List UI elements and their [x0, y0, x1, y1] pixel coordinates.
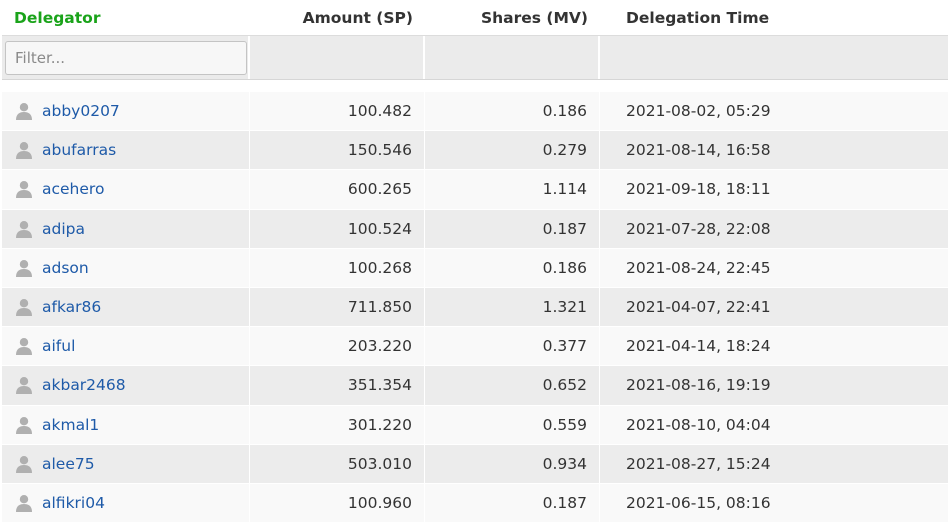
- delegation-time-cell: 2021-08-14, 16:58: [626, 141, 771, 160]
- delegator-cell: alee75: [2, 444, 250, 483]
- filter-cell-amount: [250, 36, 425, 79]
- delegator-link[interactable]: aiful: [42, 337, 75, 355]
- delegator-link[interactable]: akbar2468: [42, 376, 126, 394]
- user-avatar-icon: [15, 180, 33, 199]
- column-header-delegator[interactable]: Delegator: [2, 9, 250, 27]
- table-row: adipa 100.524 0.187 2021-07-28, 22:08: [2, 209, 948, 249]
- delegator-cell: adipa: [2, 209, 250, 248]
- filter-cell-delegator: [2, 36, 250, 79]
- user-avatar-icon: [15, 416, 33, 434]
- table-row: akmal1 301.220 0.559 2021-08-10, 04:04: [2, 405, 948, 445]
- delegation-time-cell: 2021-04-14, 18:24: [626, 337, 771, 356]
- shares-cell: 0.186: [425, 92, 600, 131]
- user-avatar-icon: [15, 259, 33, 277]
- delegator-cell: alfikri04: [2, 483, 250, 523]
- table-row: afkar86 711.850 1.321 2021-04-07, 22:41: [2, 287, 948, 328]
- shares-cell: 1.114: [425, 170, 600, 209]
- shares-cell: 0.279: [425, 131, 600, 170]
- shares-cell: 0.934: [425, 444, 600, 483]
- table-row: abufarras 150.546 0.279 2021-08-14, 16:5…: [2, 131, 948, 171]
- column-header-delegation-time[interactable]: Delegation Time: [600, 9, 948, 27]
- user-avatar-icon: [15, 298, 33, 317]
- table-header: Delegator Amount (SP) Shares (MV) Delega…: [2, 0, 948, 36]
- delegator-cell: adson: [2, 248, 250, 287]
- delegator-link[interactable]: adson: [42, 259, 89, 277]
- delegator-cell: akmal1: [2, 405, 250, 444]
- delegator-link[interactable]: afkar86: [42, 298, 101, 316]
- shares-cell: 0.187: [425, 483, 600, 523]
- user-avatar-icon: [15, 376, 33, 395]
- delegators-table: Delegator Amount (SP) Shares (MV) Delega…: [2, 0, 948, 523]
- delegator-link[interactable]: acehero: [42, 180, 104, 198]
- amount-cell: 711.850: [250, 287, 425, 327]
- user-avatar-icon: [15, 141, 33, 160]
- amount-cell: 100.482: [250, 92, 425, 131]
- delegator-link[interactable]: abby0207: [42, 102, 120, 120]
- delegator-cell: abufarras: [2, 131, 250, 170]
- delegation-time-cell: 2021-08-02, 05:29: [626, 102, 771, 121]
- delegator-filter-input[interactable]: [5, 40, 247, 75]
- user-avatar-icon: [15, 455, 33, 473]
- delegator-link[interactable]: akmal1: [42, 416, 99, 434]
- amount-cell: 203.220: [250, 327, 425, 366]
- delegation-time-cell: 2021-09-18, 18:11: [626, 180, 771, 199]
- table-row: alee75 503.010 0.934 2021-08-27, 15:24: [2, 444, 948, 484]
- filter-row: [2, 36, 948, 80]
- amount-cell: 100.524: [250, 209, 425, 248]
- delegator-cell: acehero: [2, 170, 250, 209]
- shares-cell: 0.559: [425, 405, 600, 444]
- amount-cell: 351.354: [250, 366, 425, 405]
- delegator-link[interactable]: abufarras: [42, 141, 116, 159]
- amount-cell: 100.960: [250, 483, 425, 523]
- shares-cell: 0.377: [425, 327, 600, 366]
- delegation-time-cell: 2021-08-27, 15:24: [626, 454, 771, 473]
- amount-cell: 150.546: [250, 131, 425, 170]
- shares-cell: 0.652: [425, 366, 600, 405]
- delegation-time-cell: 2021-07-28, 22:08: [626, 219, 771, 238]
- delegator-cell: abby0207: [2, 92, 250, 131]
- table-row: abby0207 100.482 0.186 2021-08-02, 05:29: [2, 92, 948, 132]
- table-row: acehero 600.265 1.114 2021-09-18, 18:11: [2, 170, 948, 210]
- delegation-time-cell: 2021-08-24, 22:45: [626, 258, 771, 277]
- delegator-link[interactable]: adipa: [42, 220, 85, 238]
- amount-cell: 100.268: [250, 248, 425, 287]
- table-body: abby0207 100.482 0.186 2021-08-02, 05:29…: [2, 92, 948, 523]
- user-avatar-icon: [15, 494, 33, 512]
- shares-cell: 0.187: [425, 209, 600, 248]
- filter-cell-time: [600, 36, 948, 79]
- shares-cell: 1.321: [425, 287, 600, 327]
- shares-cell: 0.186: [425, 248, 600, 287]
- table-row: adson 100.268 0.186 2021-08-24, 22:45: [2, 248, 948, 288]
- user-avatar-icon: [15, 337, 33, 356]
- table-row: akbar2468 351.354 0.652 2021-08-16, 19:1…: [2, 366, 948, 406]
- delegator-cell: aiful: [2, 327, 250, 366]
- delegator-cell: afkar86: [2, 287, 250, 327]
- column-header-shares[interactable]: Shares (MV): [425, 9, 600, 27]
- delegation-time-cell: 2021-06-15, 08:16: [626, 493, 771, 512]
- amount-cell: 600.265: [250, 170, 425, 209]
- filter-cell-shares: [425, 36, 600, 79]
- delegation-time-cell: 2021-04-07, 22:41: [626, 298, 771, 317]
- delegation-time-cell: 2021-08-10, 04:04: [626, 415, 771, 434]
- user-avatar-icon: [15, 102, 33, 121]
- delegator-link[interactable]: alee75: [42, 455, 95, 473]
- table-row: alfikri04 100.960 0.187 2021-06-15, 08:1…: [2, 483, 948, 523]
- table-spacer: [2, 80, 948, 92]
- amount-cell: 301.220: [250, 405, 425, 444]
- delegator-cell: akbar2468: [2, 366, 250, 405]
- column-header-amount[interactable]: Amount (SP): [250, 9, 425, 27]
- delegator-link[interactable]: alfikri04: [42, 494, 105, 512]
- table-row: aiful 203.220 0.377 2021-04-14, 18:24: [2, 327, 948, 367]
- user-avatar-icon: [15, 220, 33, 238]
- amount-cell: 503.010: [250, 444, 425, 483]
- delegation-time-cell: 2021-08-16, 19:19: [626, 376, 771, 395]
